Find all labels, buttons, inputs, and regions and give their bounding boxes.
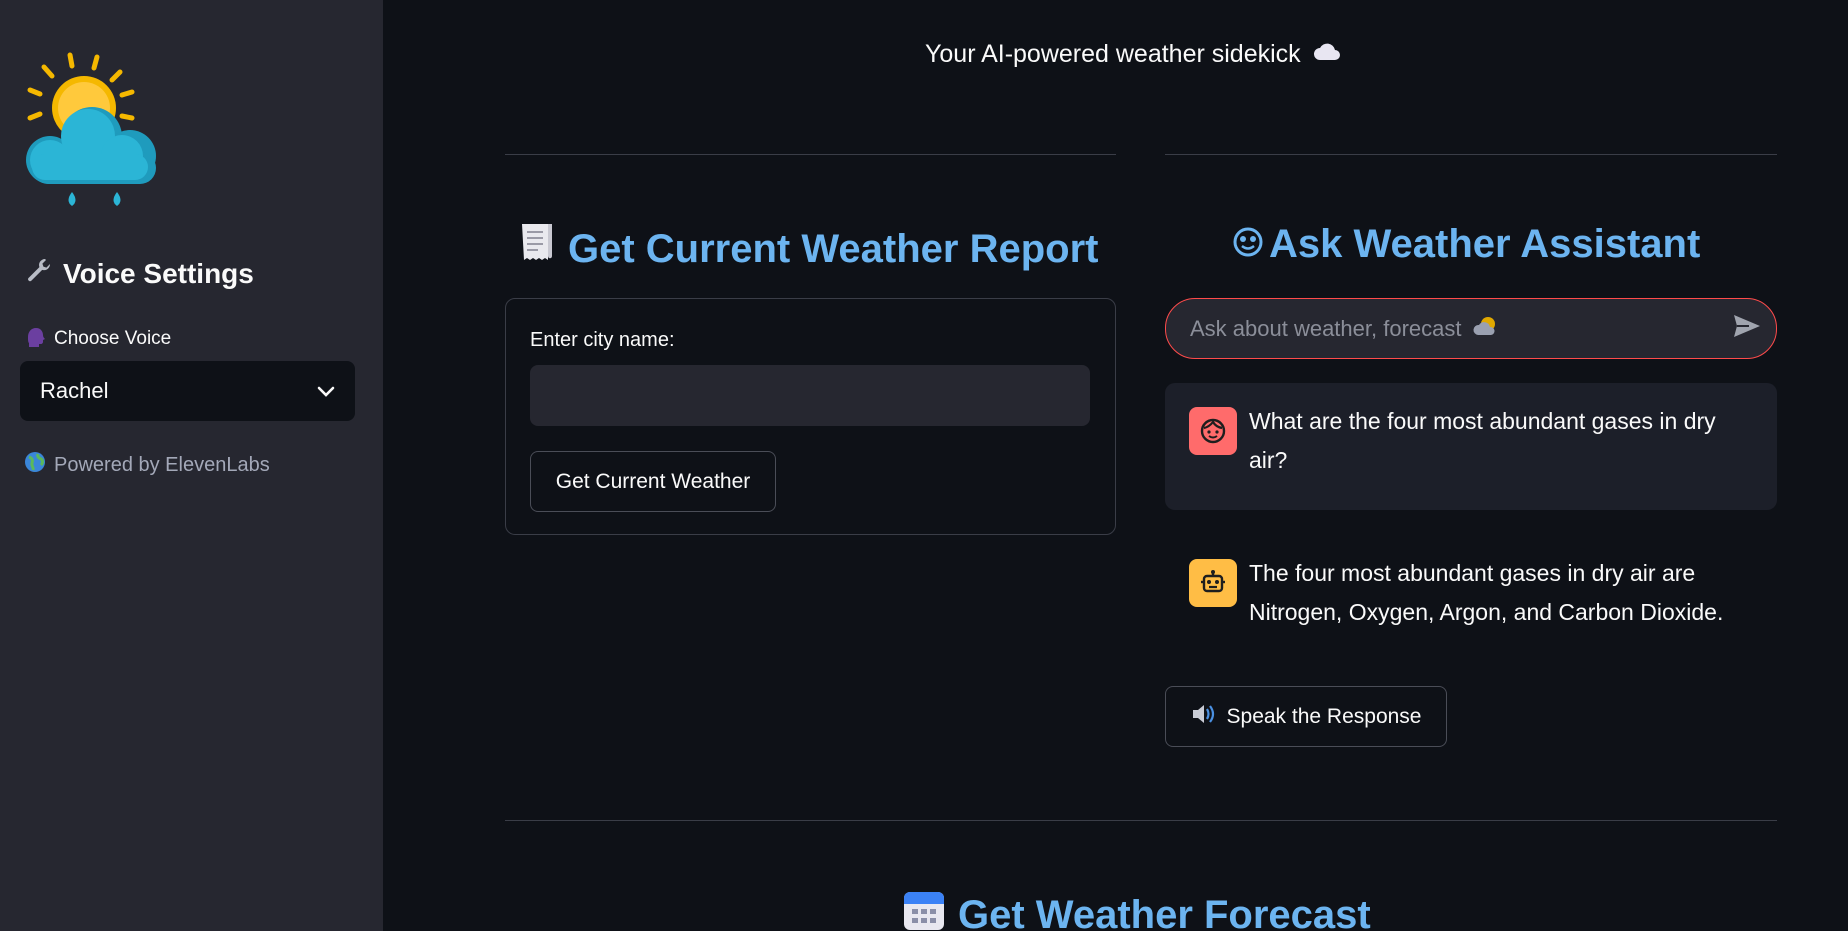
speaker-icon bbox=[1191, 703, 1217, 731]
choose-voice-label: Choose Voice bbox=[54, 328, 172, 349]
chat-message-user: What are the four most abundant gases in… bbox=[1165, 383, 1777, 510]
weather-report-form: Enter city name: Get Current Weather bbox=[505, 298, 1116, 535]
choose-voice-label-row: Choose Voice bbox=[24, 325, 171, 353]
voice-settings-label: Voice Settings bbox=[63, 257, 254, 289]
voice-select-value: Rachel bbox=[40, 378, 109, 403]
send-icon[interactable] bbox=[1732, 313, 1762, 344]
voice-settings-title: Voice Settings bbox=[25, 256, 254, 291]
user-avatar-icon bbox=[1189, 407, 1237, 455]
speak-response-button[interactable]: Speak the Response bbox=[1165, 686, 1447, 747]
smiley-icon bbox=[1233, 222, 1263, 267]
divider bbox=[505, 154, 1116, 155]
powered-by-label: Powered by ElevenLabs bbox=[54, 453, 270, 476]
cloud-icon bbox=[1313, 40, 1341, 69]
city-label: Enter city name: bbox=[530, 329, 675, 351]
sidebar: Voice Settings Choose Voice Rachel Power… bbox=[0, 0, 383, 931]
globe-icon bbox=[24, 451, 46, 479]
forecast-heading: Get Weather Forecast bbox=[902, 888, 1371, 931]
wrench-icon bbox=[25, 256, 53, 291]
weather-logo-icon bbox=[22, 52, 172, 212]
forecast-heading-text: Get Weather Forecast bbox=[958, 892, 1371, 931]
get-current-weather-button[interactable]: Get Current Weather bbox=[530, 451, 776, 512]
speak-response-label: Speak the Response bbox=[1226, 704, 1422, 728]
tagline-text: Your AI-powered weather sidekick bbox=[925, 40, 1301, 68]
report-heading: Get Current Weather Report bbox=[516, 222, 1098, 276]
powered-by-row: Powered by ElevenLabs bbox=[24, 451, 270, 479]
sun-behind-cloud-icon bbox=[1472, 315, 1500, 342]
assistant-heading-text: Ask Weather Assistant bbox=[1269, 222, 1701, 266]
city-input[interactable] bbox=[530, 365, 1090, 426]
divider bbox=[505, 820, 1777, 821]
chat-input[interactable]: Ask about weather, forecast bbox=[1165, 298, 1777, 359]
tagline: Your AI-powered weather sidekick bbox=[925, 40, 1341, 69]
speaking-head-icon bbox=[24, 325, 46, 353]
assistant-heading: Ask Weather Assistant bbox=[1233, 222, 1700, 267]
chat-message-text: What are the four most abundant gases in… bbox=[1249, 408, 1716, 473]
report-heading-text: Get Current Weather Report bbox=[568, 226, 1099, 271]
divider bbox=[1165, 154, 1777, 155]
receipt-icon bbox=[516, 222, 556, 276]
chat-message-text: The four most abundant gases in dry air … bbox=[1249, 560, 1724, 625]
chat-input-placeholder: Ask about weather, forecast bbox=[1190, 315, 1462, 341]
chat-message-assistant: The four most abundant gases in dry air … bbox=[1165, 535, 1777, 662]
bot-avatar-icon bbox=[1189, 559, 1237, 607]
voice-select[interactable]: Rachel bbox=[20, 361, 355, 421]
calendar-icon bbox=[902, 888, 946, 931]
chevron-down-icon bbox=[317, 378, 335, 404]
